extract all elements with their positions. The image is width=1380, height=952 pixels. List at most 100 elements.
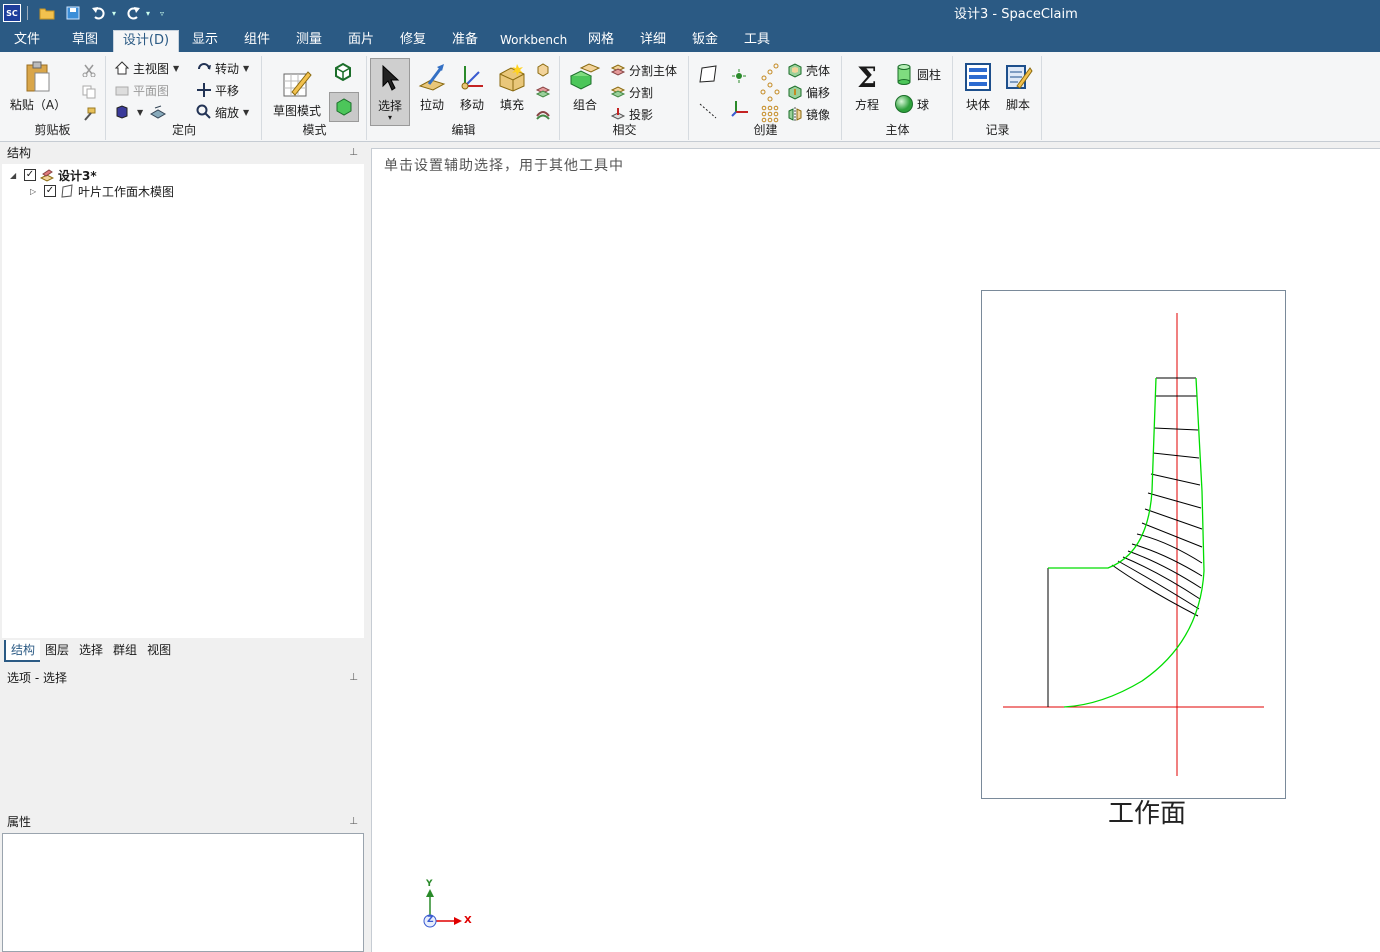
graphics-viewport[interactable]: 单击设置辅助选择，用于其他工具中 工作面 Y Z X — [371, 148, 1380, 952]
intersect-group-label: 相交 — [612, 123, 637, 137]
layer-view-icon[interactable] — [149, 103, 167, 121]
tab-file[interactable]: 文件 — [4, 30, 50, 52]
paste-icon — [22, 60, 54, 94]
visibility-checkbox[interactable]: ✓ — [44, 185, 56, 197]
tab-tools[interactable]: 工具 — [734, 30, 780, 52]
move-button[interactable]: 移动 — [450, 58, 494, 113]
visibility-checkbox[interactable]: ✓ — [24, 169, 36, 181]
open-folder-icon[interactable] — [37, 3, 57, 23]
move-icon — [456, 60, 488, 94]
home-icon — [113, 59, 131, 77]
properties-grid[interactable] — [2, 833, 364, 952]
chevron-down-icon[interactable]: ▼ — [173, 64, 179, 73]
select-button[interactable]: 选择 ▾ — [370, 58, 410, 126]
tree-item-sketch[interactable]: ▷ ✓ 叶片工作面木模图 — [30, 183, 174, 199]
profile-lines — [1047, 377, 1203, 707]
tab-structure[interactable]: 结构 — [4, 640, 41, 662]
split-icon — [609, 83, 627, 101]
equation-button[interactable]: Σ 方程 — [845, 58, 889, 113]
tab-display[interactable]: 显示 — [182, 30, 228, 52]
split-body-button[interactable]: 分割主体 — [609, 60, 677, 80]
mirror-label: 镜像 — [806, 107, 831, 122]
point-icon[interactable] — [730, 66, 748, 86]
tab-design[interactable]: 设计(D) — [113, 30, 179, 52]
split-button[interactable]: 分割 — [609, 82, 653, 102]
chevron-down-icon[interactable]: ▼ — [243, 108, 249, 117]
pin-icon[interactable]: ⊥ — [349, 143, 358, 163]
sphere-button[interactable]: 球 — [893, 94, 929, 114]
fill-icon — [496, 60, 528, 94]
redo-dropdown-icon[interactable]: ▾ — [146, 9, 150, 18]
plane-icon[interactable] — [698, 64, 718, 84]
tab-layers[interactable]: 图层 — [40, 640, 74, 662]
pull-button[interactable]: 拉动 — [410, 58, 454, 113]
properties-panel-header: 属性 ⊥ — [0, 812, 368, 832]
tab-mesh[interactable]: 网格 — [578, 30, 624, 52]
tab-sketch[interactable]: 草图 — [62, 30, 108, 52]
pan-button[interactable]: 平移 — [195, 80, 239, 100]
tab-groups[interactable]: 群组 — [108, 640, 142, 662]
tab-workbench[interactable]: Workbench — [500, 30, 567, 52]
zoom-button[interactable]: 缩放 ▼ — [195, 102, 249, 122]
cut-icon[interactable] — [82, 60, 96, 80]
script-button[interactable]: 脚本 — [996, 58, 1040, 113]
shell-button[interactable]: 壳体 — [786, 60, 830, 80]
sketch-mode-label: 草图模式 — [272, 104, 321, 118]
combine-button[interactable]: 组合 — [563, 58, 607, 113]
chevron-down-icon[interactable]: ▼ — [243, 64, 249, 73]
tab-views[interactable]: 视图 — [142, 640, 176, 662]
tab-detail[interactable]: 详细 — [630, 30, 676, 52]
tab-selection[interactable]: 选择 — [74, 640, 108, 662]
copy-icon[interactable] — [82, 82, 96, 102]
intersect-group: 组合 分割主体 分割 投影 相交 — [561, 56, 689, 140]
ribbon-tabs: 文件 草图 设计(D) 显示 组件 测量 面片 修复 准备 Workbench … — [0, 26, 1380, 52]
pin-icon[interactable]: ⊥ — [349, 812, 358, 832]
plan-view-button[interactable]: 平面图 — [113, 80, 169, 100]
app-logo-icon[interactable]: SC — [3, 4, 21, 22]
customize-toolbar-icon[interactable]: ▿ — [160, 9, 164, 18]
script-label: 脚本 — [1005, 98, 1030, 112]
block-button[interactable]: 块体 — [956, 58, 1000, 113]
drawing-sheet[interactable] — [981, 290, 1286, 799]
tab-assembly[interactable]: 组件 — [234, 30, 280, 52]
undo-icon[interactable] — [89, 3, 109, 23]
tree-item-root[interactable]: ◢ ✓ 设计3* — [10, 167, 97, 183]
section-mode-icon[interactable] — [333, 62, 353, 82]
block-label: 块体 — [965, 98, 990, 112]
axis-icon[interactable] — [698, 100, 718, 120]
linear-pattern-icon[interactable] — [760, 62, 780, 82]
cylinder-button[interactable]: 圆柱 — [893, 64, 941, 85]
offset-button[interactable]: 偏移 — [786, 82, 830, 102]
collapsed-triangle-icon[interactable]: ▷ — [30, 187, 40, 196]
panel-tabs: 结构 图层 选择 群组 视图 — [4, 640, 176, 662]
paste-button[interactable]: 粘贴（A） — [8, 58, 68, 113]
pin-icon[interactable]: ⊥ — [349, 668, 358, 688]
profile-curves — [1048, 377, 1205, 708]
tab-facets[interactable]: 面片 — [338, 30, 384, 52]
title-bar: SC ▾ ▾ ▿ 设计3 - SpaceClaim — [0, 0, 1380, 26]
tab-measure[interactable]: 测量 — [286, 30, 332, 52]
sketch-mode-button[interactable]: 草图模式 — [269, 64, 325, 119]
tab-prepare[interactable]: 准备 — [442, 30, 488, 52]
options-panel-header: 选项 - 选择 ⊥ — [0, 668, 368, 688]
properties-panel-title: 属性 — [7, 815, 32, 829]
chevron-down-icon[interactable]: ▼ — [137, 108, 143, 117]
sketch-plane-icon — [60, 184, 74, 198]
replace-icon[interactable] — [535, 60, 551, 80]
home-view-button[interactable]: 主视图 ▼ — [113, 58, 179, 78]
expanded-triangle-icon[interactable]: ◢ — [10, 171, 20, 180]
fill-button[interactable]: 填充 — [490, 58, 534, 113]
blade-profile-drawing — [1003, 313, 1264, 776]
view-cube-button[interactable]: ▼ — [113, 102, 169, 122]
origin-icon[interactable] — [730, 98, 750, 118]
tweak-face-icon[interactable] — [535, 82, 551, 102]
spin-button[interactable]: 转动 ▼ — [195, 58, 249, 78]
undo-dropdown-icon[interactable]: ▾ — [112, 9, 116, 18]
sketch-mode-icon — [281, 66, 313, 100]
save-icon[interactable] — [63, 3, 83, 23]
redo-icon[interactable] — [123, 3, 143, 23]
circular-pattern-icon[interactable] — [760, 82, 780, 102]
3d-mode-icon[interactable] — [329, 92, 359, 122]
tab-repair[interactable]: 修复 — [390, 30, 436, 52]
tab-sheet-metal[interactable]: 钣金 — [682, 30, 728, 52]
